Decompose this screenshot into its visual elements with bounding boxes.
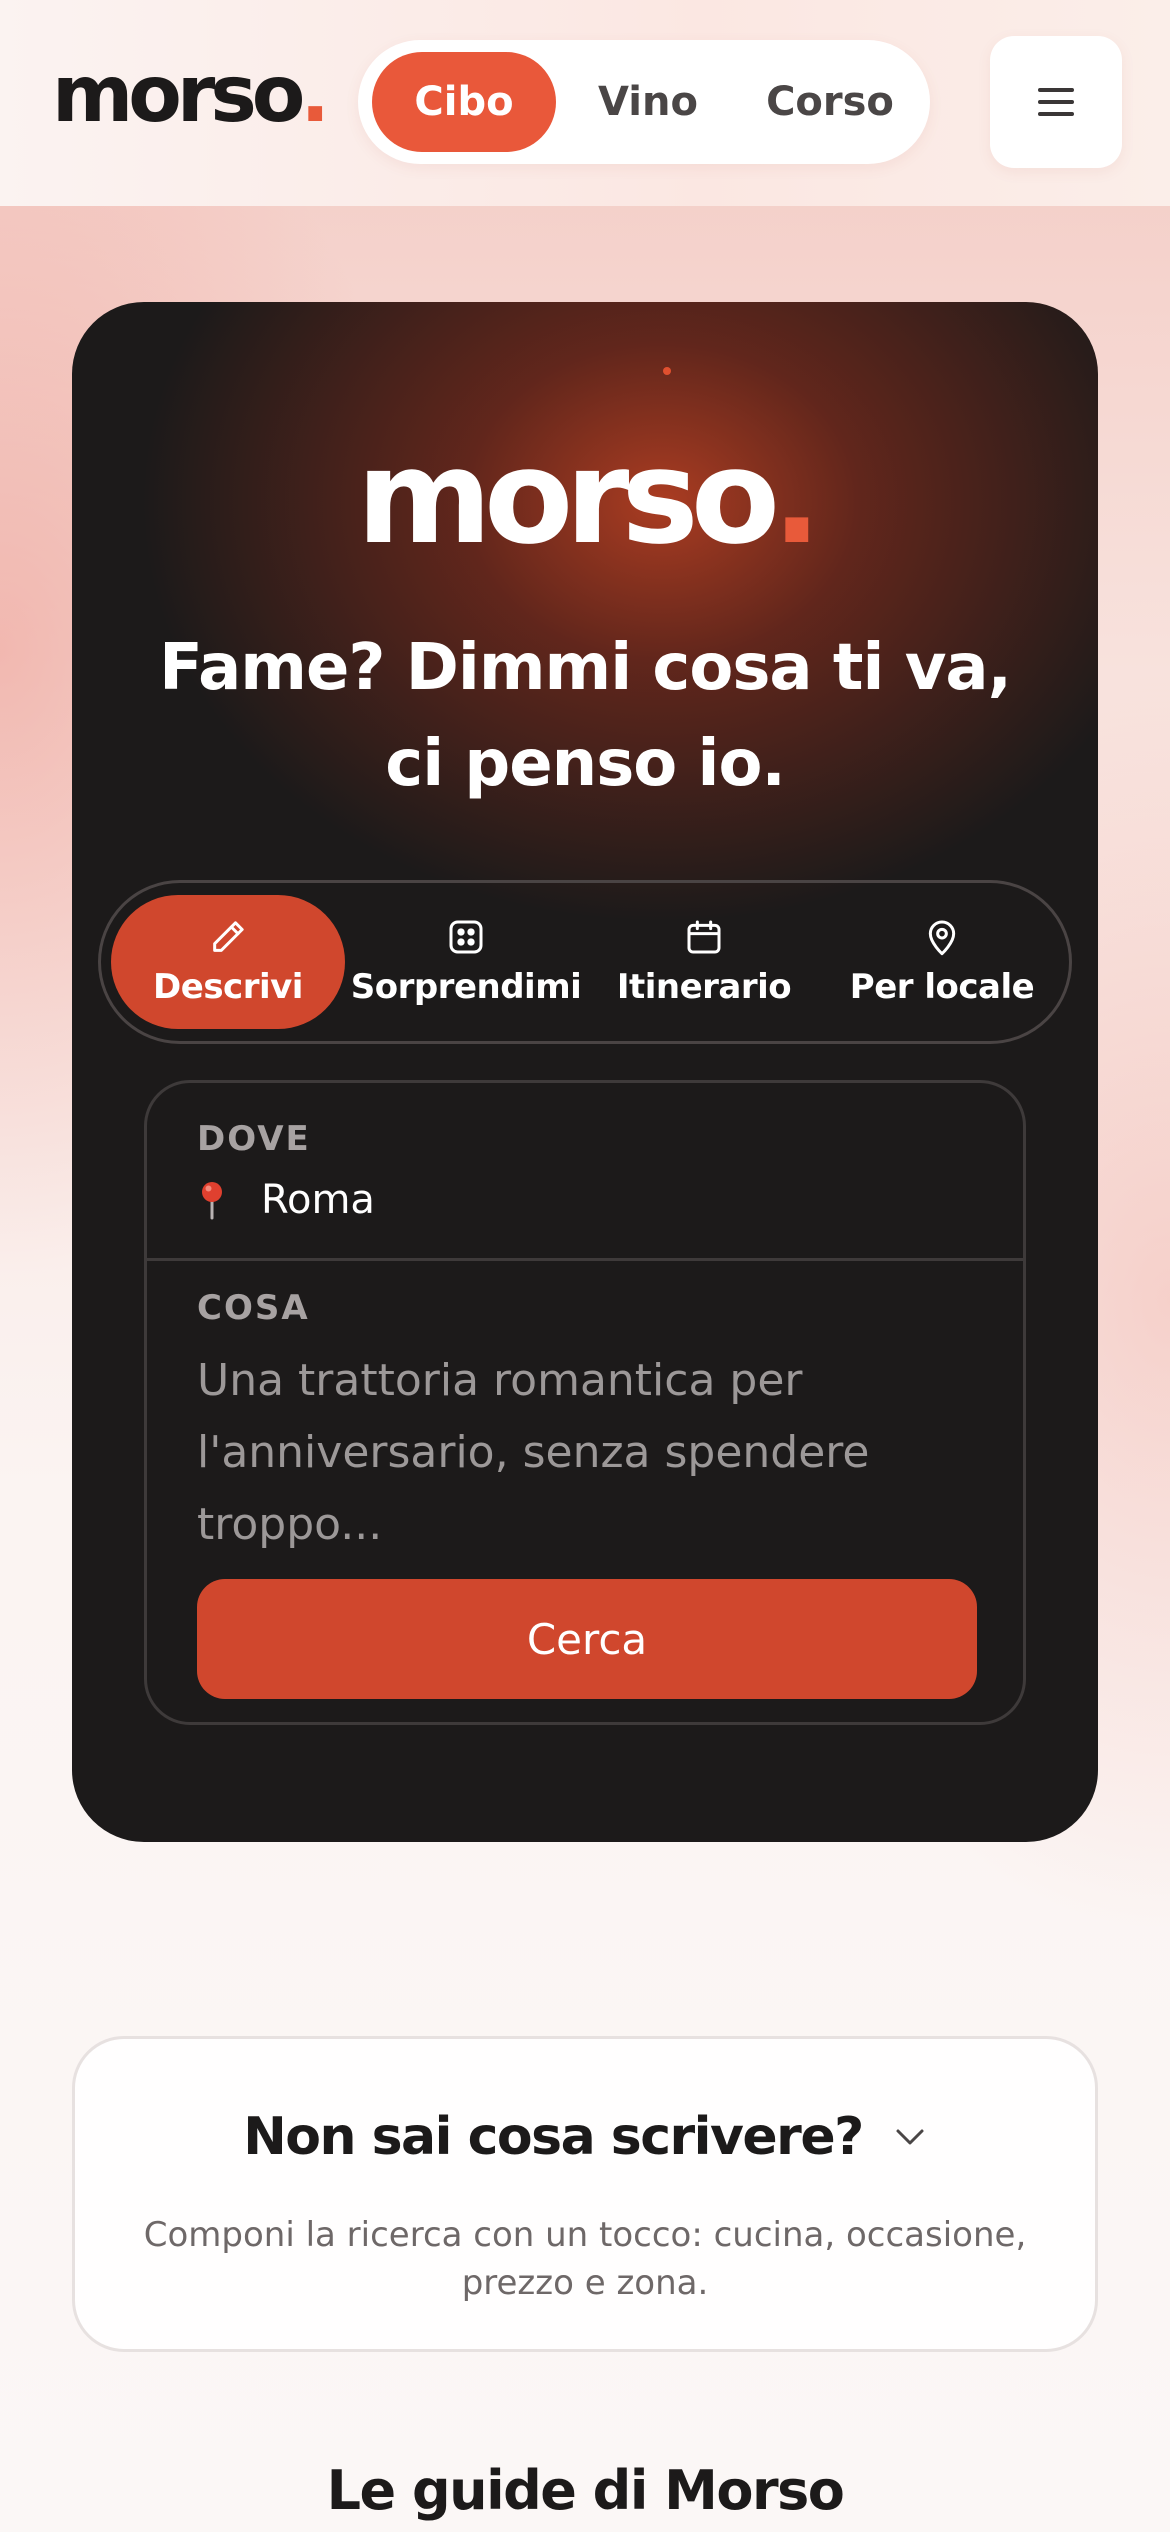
writing-help-card[interactable]: Non sai cosa scrivere? Componi la ricerc… — [72, 2036, 1098, 2352]
pencil-icon — [213, 921, 244, 952]
hero-logo-dot: . — [772, 421, 821, 573]
cosa-input[interactable] — [197, 1345, 937, 1565]
help-title: Non sai cosa scrivere? — [243, 2107, 864, 2167]
red-pushpin-icon — [202, 1182, 222, 1220]
hamburger-menu-icon — [1038, 88, 1074, 116]
help-description: Componi la ricerca con un tocco: cucina,… — [143, 2215, 1027, 2303]
hero-logo-text: morso — [356, 421, 781, 573]
search-mode-selector: Descrivi Sorprendimi Itinerario Per loca… — [98, 880, 1072, 1044]
header-logo[interactable]: morso. — [52, 56, 330, 134]
mode-sorprendimi[interactable]: Sorprendimi — [349, 895, 583, 1029]
header-logo-dot: . — [300, 50, 330, 140]
dove-label: DOVE — [197, 1119, 311, 1159]
mode-per-locale-label: Per locale — [849, 967, 1035, 1007]
decorative-dot — [663, 367, 671, 375]
guides-section-title: Le guide di Morso — [326, 2459, 845, 2522]
menu-button[interactable] — [990, 36, 1122, 168]
header-logo-text: morso — [52, 50, 305, 140]
app-header: morso. Cibo Vino Corso — [0, 0, 1170, 206]
tab-vino[interactable]: Vino — [556, 52, 740, 152]
mode-sorprendimi-label: Sorprendimi — [350, 967, 582, 1007]
category-switcher: Cibo Vino Corso — [358, 40, 930, 164]
dove-field[interactable]: Roma — [197, 1175, 375, 1225]
hero-title: Fame? Dimmi cosa ti va, ci penso io. — [159, 631, 1012, 801]
dove-value: Roma — [261, 1177, 375, 1223]
hero-logo: morso. — [72, 432, 1098, 562]
help-header: Non sai cosa scrivere? — [75, 2107, 1095, 2167]
calendar-icon — [687, 920, 721, 954]
hero-search-card: morso. Fame? Dimmi cosa ti va, ci penso … — [72, 302, 1098, 1842]
mode-itinerario-label: Itinerario — [616, 967, 792, 1007]
tab-cibo[interactable]: Cibo — [372, 52, 556, 152]
mode-itinerario[interactable]: Itinerario — [587, 895, 821, 1029]
mode-descrivi-label: Descrivi — [153, 967, 303, 1007]
search-button[interactable]: Cerca — [197, 1579, 977, 1699]
mode-descrivi[interactable]: Descrivi — [111, 895, 345, 1029]
tab-corso[interactable]: Corso — [738, 52, 922, 152]
map-pin-icon — [928, 920, 956, 956]
mode-per-locale[interactable]: Per locale — [825, 895, 1059, 1029]
cosa-label: COSA — [197, 1288, 310, 1328]
dice-icon — [449, 920, 483, 954]
field-divider — [147, 1258, 1023, 1261]
chevron-down-icon — [896, 2129, 924, 2145]
search-form: DOVE Roma COSA Cerca — [144, 1080, 1026, 1725]
